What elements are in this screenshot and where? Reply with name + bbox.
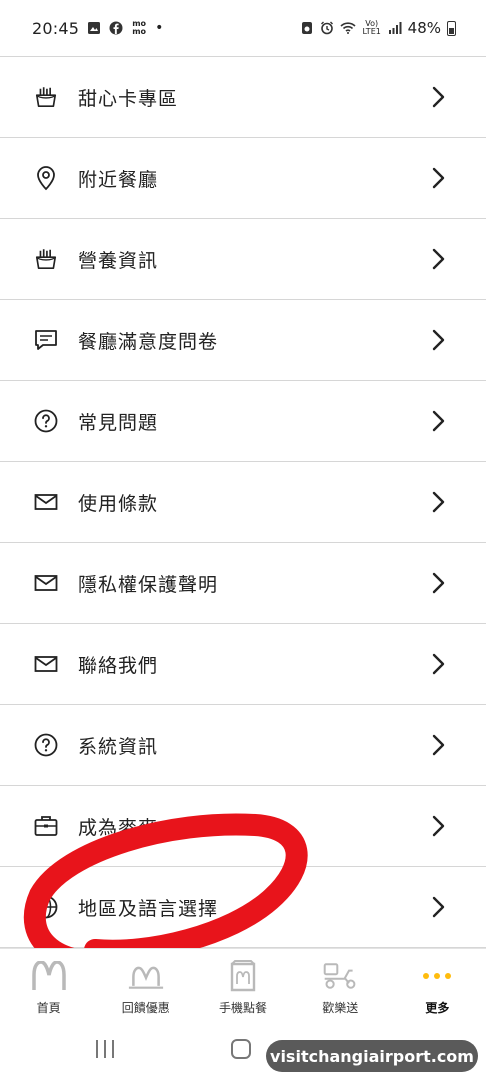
chevron-right-icon [432, 572, 445, 594]
menu-item-label: 聯絡我們 [78, 654, 159, 677]
chevron-right-icon [432, 653, 445, 675]
nav-label: 首頁 [36, 1001, 61, 1015]
envelope-icon [34, 652, 58, 676]
watermark: visitchangiairport.com [266, 1040, 478, 1072]
question-icon [34, 409, 58, 433]
chevron-right-icon [432, 815, 445, 837]
menu-item-label: 常見問題 [78, 411, 159, 434]
rewards-arches-icon [128, 959, 164, 993]
facebook-icon [109, 21, 123, 35]
status-time: 20:45 [32, 18, 80, 38]
nav-label: 歡樂送 [322, 1001, 359, 1015]
menu-item-label: 系統資訊 [78, 735, 159, 758]
more-dots-icon [419, 959, 455, 993]
menu-item-label: 地區及語言選擇 [78, 897, 219, 920]
question-icon [34, 733, 58, 757]
menu-item-region-language[interactable]: 地區及語言選擇 [0, 867, 486, 948]
menu-item-system-info[interactable]: 系統資訊 [0, 705, 486, 786]
chevron-right-icon [432, 410, 445, 432]
chevron-right-icon [432, 734, 445, 756]
envelope-icon [34, 490, 58, 514]
menu-item-label: 隱私權保護聲明 [78, 573, 219, 596]
menu-item-label: 甜心卡專區 [78, 87, 179, 110]
mcdonalds-arches-icon [31, 959, 67, 993]
menu-item-label: 餐廳滿意度問卷 [78, 330, 219, 353]
dot-indicator: • [155, 20, 164, 36]
image-icon [88, 22, 101, 34]
signal-icon [388, 22, 402, 34]
chevron-right-icon [432, 167, 445, 189]
briefcase-icon [34, 814, 58, 838]
lte-indicator: Vo) LTE1 [362, 19, 381, 36]
globe-icon [34, 895, 58, 919]
bottom-nav-bar: 首頁 回饋優惠 手機點餐 歡樂送 更多 [0, 948, 486, 1022]
momo-icon: mo mo [132, 19, 147, 36]
menu-item-privacy-statement[interactable]: 隱私權保護聲明 [0, 543, 486, 624]
chevron-right-icon [432, 896, 445, 918]
recent-apps-button[interactable] [96, 1040, 114, 1058]
menu-item-nearby-restaurants[interactable]: 附近餐廳 [0, 138, 486, 219]
menu-item-satisfaction-survey[interactable]: 餐廳滿意度問卷 [0, 300, 486, 381]
more-menu-list: 甜心卡專區 附近餐廳 營養資訊 餐廳滿意度問卷 常見問題 使用條款 隱私權保護聲… [0, 56, 486, 948]
nav-more[interactable]: 更多 [389, 949, 486, 1022]
menu-item-faq[interactable]: 常見問題 [0, 381, 486, 462]
chevron-right-icon [432, 86, 445, 108]
nav-mobile-order[interactable]: 手機點餐 [194, 949, 291, 1022]
wifi-icon [340, 22, 356, 34]
menu-item-terms-of-use[interactable]: 使用條款 [0, 462, 486, 543]
nav-delivery[interactable]: 歡樂送 [292, 949, 389, 1022]
battery-icon [447, 20, 456, 36]
menu-item-label: 使用條款 [78, 492, 159, 515]
chevron-right-icon [432, 329, 445, 351]
bag-icon [225, 959, 261, 993]
delivery-scooter-icon [322, 959, 358, 993]
menu-item-label: 成為麥麥 [78, 816, 159, 839]
nav-home[interactable]: 首頁 [0, 949, 97, 1022]
chevron-right-icon [432, 491, 445, 513]
chevron-right-icon [432, 248, 445, 270]
menu-item-careers[interactable]: 成為麥麥 [0, 786, 486, 867]
menu-item-contact-us[interactable]: 聯絡我們 [0, 624, 486, 705]
status-bar: 20:45 mo mo • Vo) LTE1 48% [0, 0, 486, 56]
alarm-icon [320, 21, 333, 35]
app-notification-icon [301, 22, 312, 34]
fries-icon [34, 247, 58, 271]
nav-label: 手機點餐 [219, 1001, 268, 1015]
nav-rewards[interactable]: 回饋優惠 [97, 949, 194, 1022]
nav-label: 回饋優惠 [121, 1001, 170, 1015]
menu-item-sweetheart-card[interactable]: 甜心卡專區 [0, 57, 486, 138]
nav-label: 更多 [425, 1001, 450, 1015]
battery-percent: 48% [407, 19, 441, 37]
home-button[interactable] [231, 1039, 251, 1059]
chat-icon [34, 328, 58, 352]
fries-icon [34, 85, 58, 109]
menu-item-nutrition-info[interactable]: 營養資訊 [0, 219, 486, 300]
location-pin-icon [34, 166, 58, 191]
envelope-icon [34, 571, 58, 595]
menu-item-label: 附近餐廳 [78, 168, 159, 191]
menu-item-label: 營養資訊 [78, 249, 159, 272]
